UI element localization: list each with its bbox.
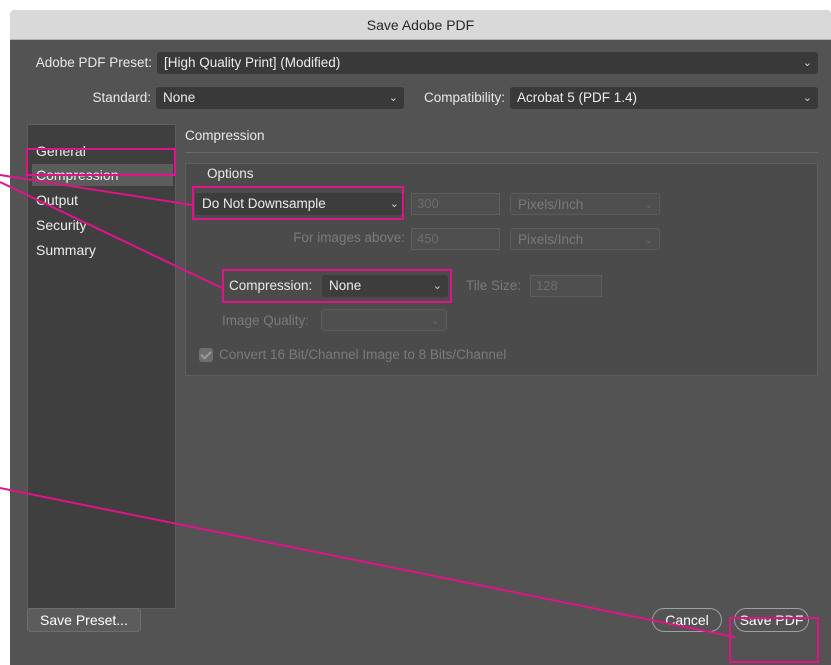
chevron-down-icon: ⌄ xyxy=(388,92,398,104)
save-pdf-button[interactable]: Save PDF xyxy=(734,608,809,632)
compatibility-value: Acrobat 5 (PDF 1.4) xyxy=(517,90,638,105)
tile-size-input[interactable]: 128 xyxy=(530,275,602,297)
compression-label: Compression: xyxy=(229,278,313,293)
chevron-down-icon: ⌄ xyxy=(432,280,442,292)
chevron-down-icon: ⌄ xyxy=(802,57,812,69)
standard-value: None xyxy=(163,90,196,105)
save-adobe-pdf-dialog: Save Adobe PDF Adobe PDF Preset: [High Q… xyxy=(10,10,831,665)
sidebar-item-security[interactable]: Security xyxy=(32,214,173,236)
image-quality-select[interactable]: ⌄ xyxy=(321,309,447,331)
compatibility-label: Compatibility: xyxy=(423,90,505,105)
chevron-down-icon: ⌄ xyxy=(643,234,653,246)
section-title: Compression xyxy=(185,128,265,143)
downsample-value: Do Not Downsample xyxy=(202,196,326,211)
chevron-down-icon: ⌄ xyxy=(802,92,812,104)
chevron-down-icon: ⌄ xyxy=(643,199,653,211)
standard-select[interactable]: None ⌄ xyxy=(156,87,404,109)
downsample-unit-select[interactable]: Pixels/Inch ⌄ xyxy=(510,193,660,215)
convert-16bit-label: Convert 16 Bit/Channel Image to 8 Bits/C… xyxy=(219,347,507,362)
tile-size-label: Tile Size: xyxy=(466,278,522,293)
cancel-button[interactable]: Cancel xyxy=(652,608,722,632)
sidebar-item-output[interactable]: Output xyxy=(32,189,173,211)
compatibility-select[interactable]: Acrobat 5 (PDF 1.4) ⌄ xyxy=(510,87,818,109)
window-title: Save Adobe PDF xyxy=(366,17,475,33)
save-preset-button[interactable]: Save Preset... xyxy=(27,608,141,632)
images-above-label: For images above: xyxy=(293,230,405,245)
compression-select[interactable]: None ⌄ xyxy=(322,275,448,297)
convert-16bit-checkbox[interactable] xyxy=(199,348,213,362)
downsample-unit-value: Pixels/Inch xyxy=(518,197,584,212)
standard-label: Standard: xyxy=(92,90,151,105)
images-above-unit-select[interactable]: Pixels/Inch ⌄ xyxy=(510,228,660,250)
preset-label: Adobe PDF Preset: xyxy=(35,55,152,70)
chevron-down-icon: ⌄ xyxy=(389,198,399,210)
sidebar-item-summary[interactable]: Summary xyxy=(32,239,173,261)
options-title: Options xyxy=(207,166,254,181)
title-bar: Save Adobe PDF xyxy=(10,10,831,40)
sidebar: General Compression Output Security Summ… xyxy=(27,124,176,609)
images-above-unit-value: Pixels/Inch xyxy=(518,232,584,247)
downsample-select[interactable]: Do Not Downsample ⌄ xyxy=(195,193,405,215)
sidebar-item-compression[interactable]: Compression xyxy=(32,164,173,186)
preset-value: [High Quality Print] (Modified) xyxy=(164,55,341,70)
images-above-ppi-input[interactable]: 450 xyxy=(411,228,500,250)
section-divider xyxy=(185,152,818,153)
sidebar-item-general[interactable]: General xyxy=(32,140,173,162)
compression-value: None xyxy=(329,278,362,293)
chevron-down-icon: ⌄ xyxy=(430,315,440,327)
downsample-ppi-input[interactable]: 300 xyxy=(411,193,500,215)
image-quality-label: Image Quality: xyxy=(222,313,310,328)
preset-select[interactable]: [High Quality Print] (Modified) ⌄ xyxy=(157,52,818,74)
